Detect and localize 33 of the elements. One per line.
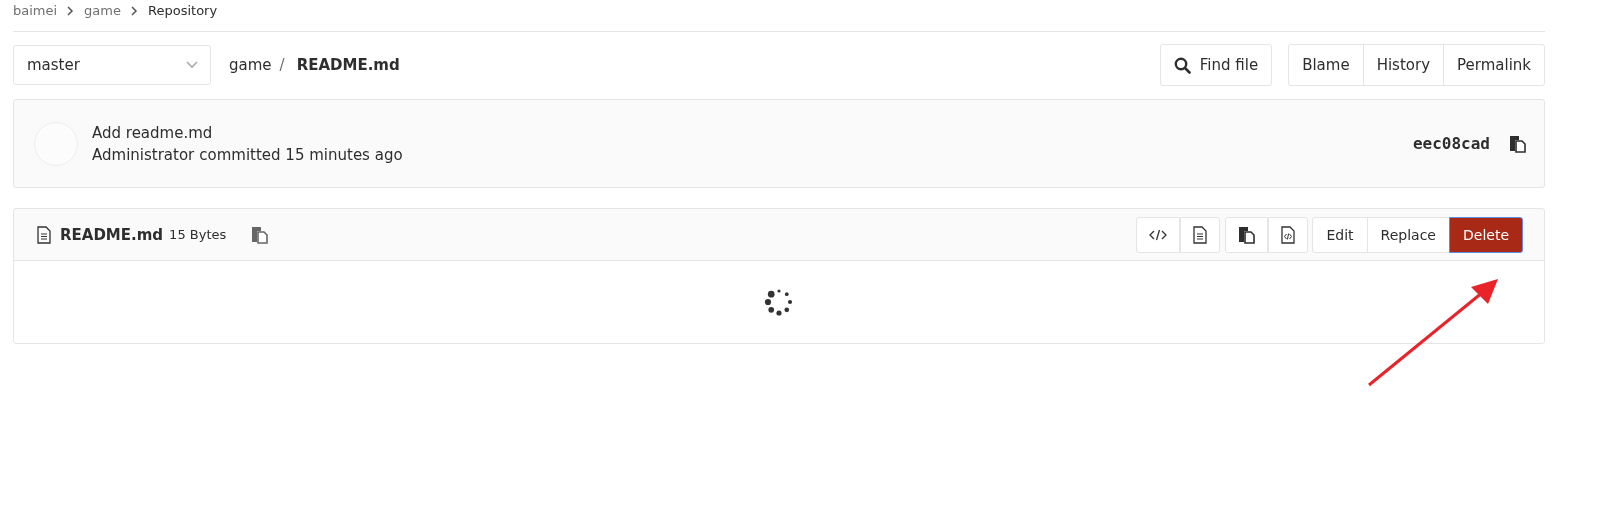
find-file-button[interactable]: Find file — [1159, 44, 1273, 86]
view-button[interactable]: Permalink — [1443, 44, 1545, 86]
search-icon — [1173, 56, 1191, 74]
rendered-file-button[interactable] — [1180, 216, 1221, 253]
file-action-button[interactable]: Replace — [1366, 216, 1450, 253]
author-link[interactable]: Administrator — [92, 145, 195, 164]
file-icon — [37, 225, 51, 244]
copy-icon — [1238, 225, 1256, 244]
file-name: README.md — [60, 225, 164, 244]
copy-contents-button[interactable] — [1225, 216, 1269, 253]
breadcrumb-link[interactable]: game — [84, 2, 121, 20]
copy-icon[interactable] — [1509, 134, 1526, 153]
path-separator: / — [279, 56, 285, 74]
caret-icon — [186, 61, 198, 69]
commit-time: committed 15 minutes ago — [199, 145, 403, 164]
code-file-icon — [1281, 225, 1296, 244]
breadcrumb-link[interactable]: baimei — [13, 2, 58, 20]
view-button[interactable]: History — [1362, 44, 1444, 86]
commit-title[interactable]: Add readme.md — [92, 123, 403, 142]
chevron-icon — [131, 6, 138, 16]
file-path: README.md — [296, 56, 400, 74]
branch-dropdown[interactable]: master — [13, 45, 211, 85]
chevron-icon — [67, 6, 75, 16]
file-size: 15 Bytes — [169, 227, 227, 242]
code-icon — [1149, 228, 1168, 241]
view-button[interactable]: Blame — [1288, 44, 1364, 86]
file-icon — [1193, 225, 1208, 244]
file-action-button[interactable]: Edit — [1312, 216, 1368, 253]
path-link[interactable]: game — [229, 56, 272, 74]
delete-button[interactable]: Delete — [1449, 216, 1523, 253]
raw-file-button[interactable] — [1268, 216, 1309, 253]
breadcrumb-link[interactable]: Repository — [148, 2, 218, 20]
commit-sha: eec08cad — [1412, 134, 1490, 153]
